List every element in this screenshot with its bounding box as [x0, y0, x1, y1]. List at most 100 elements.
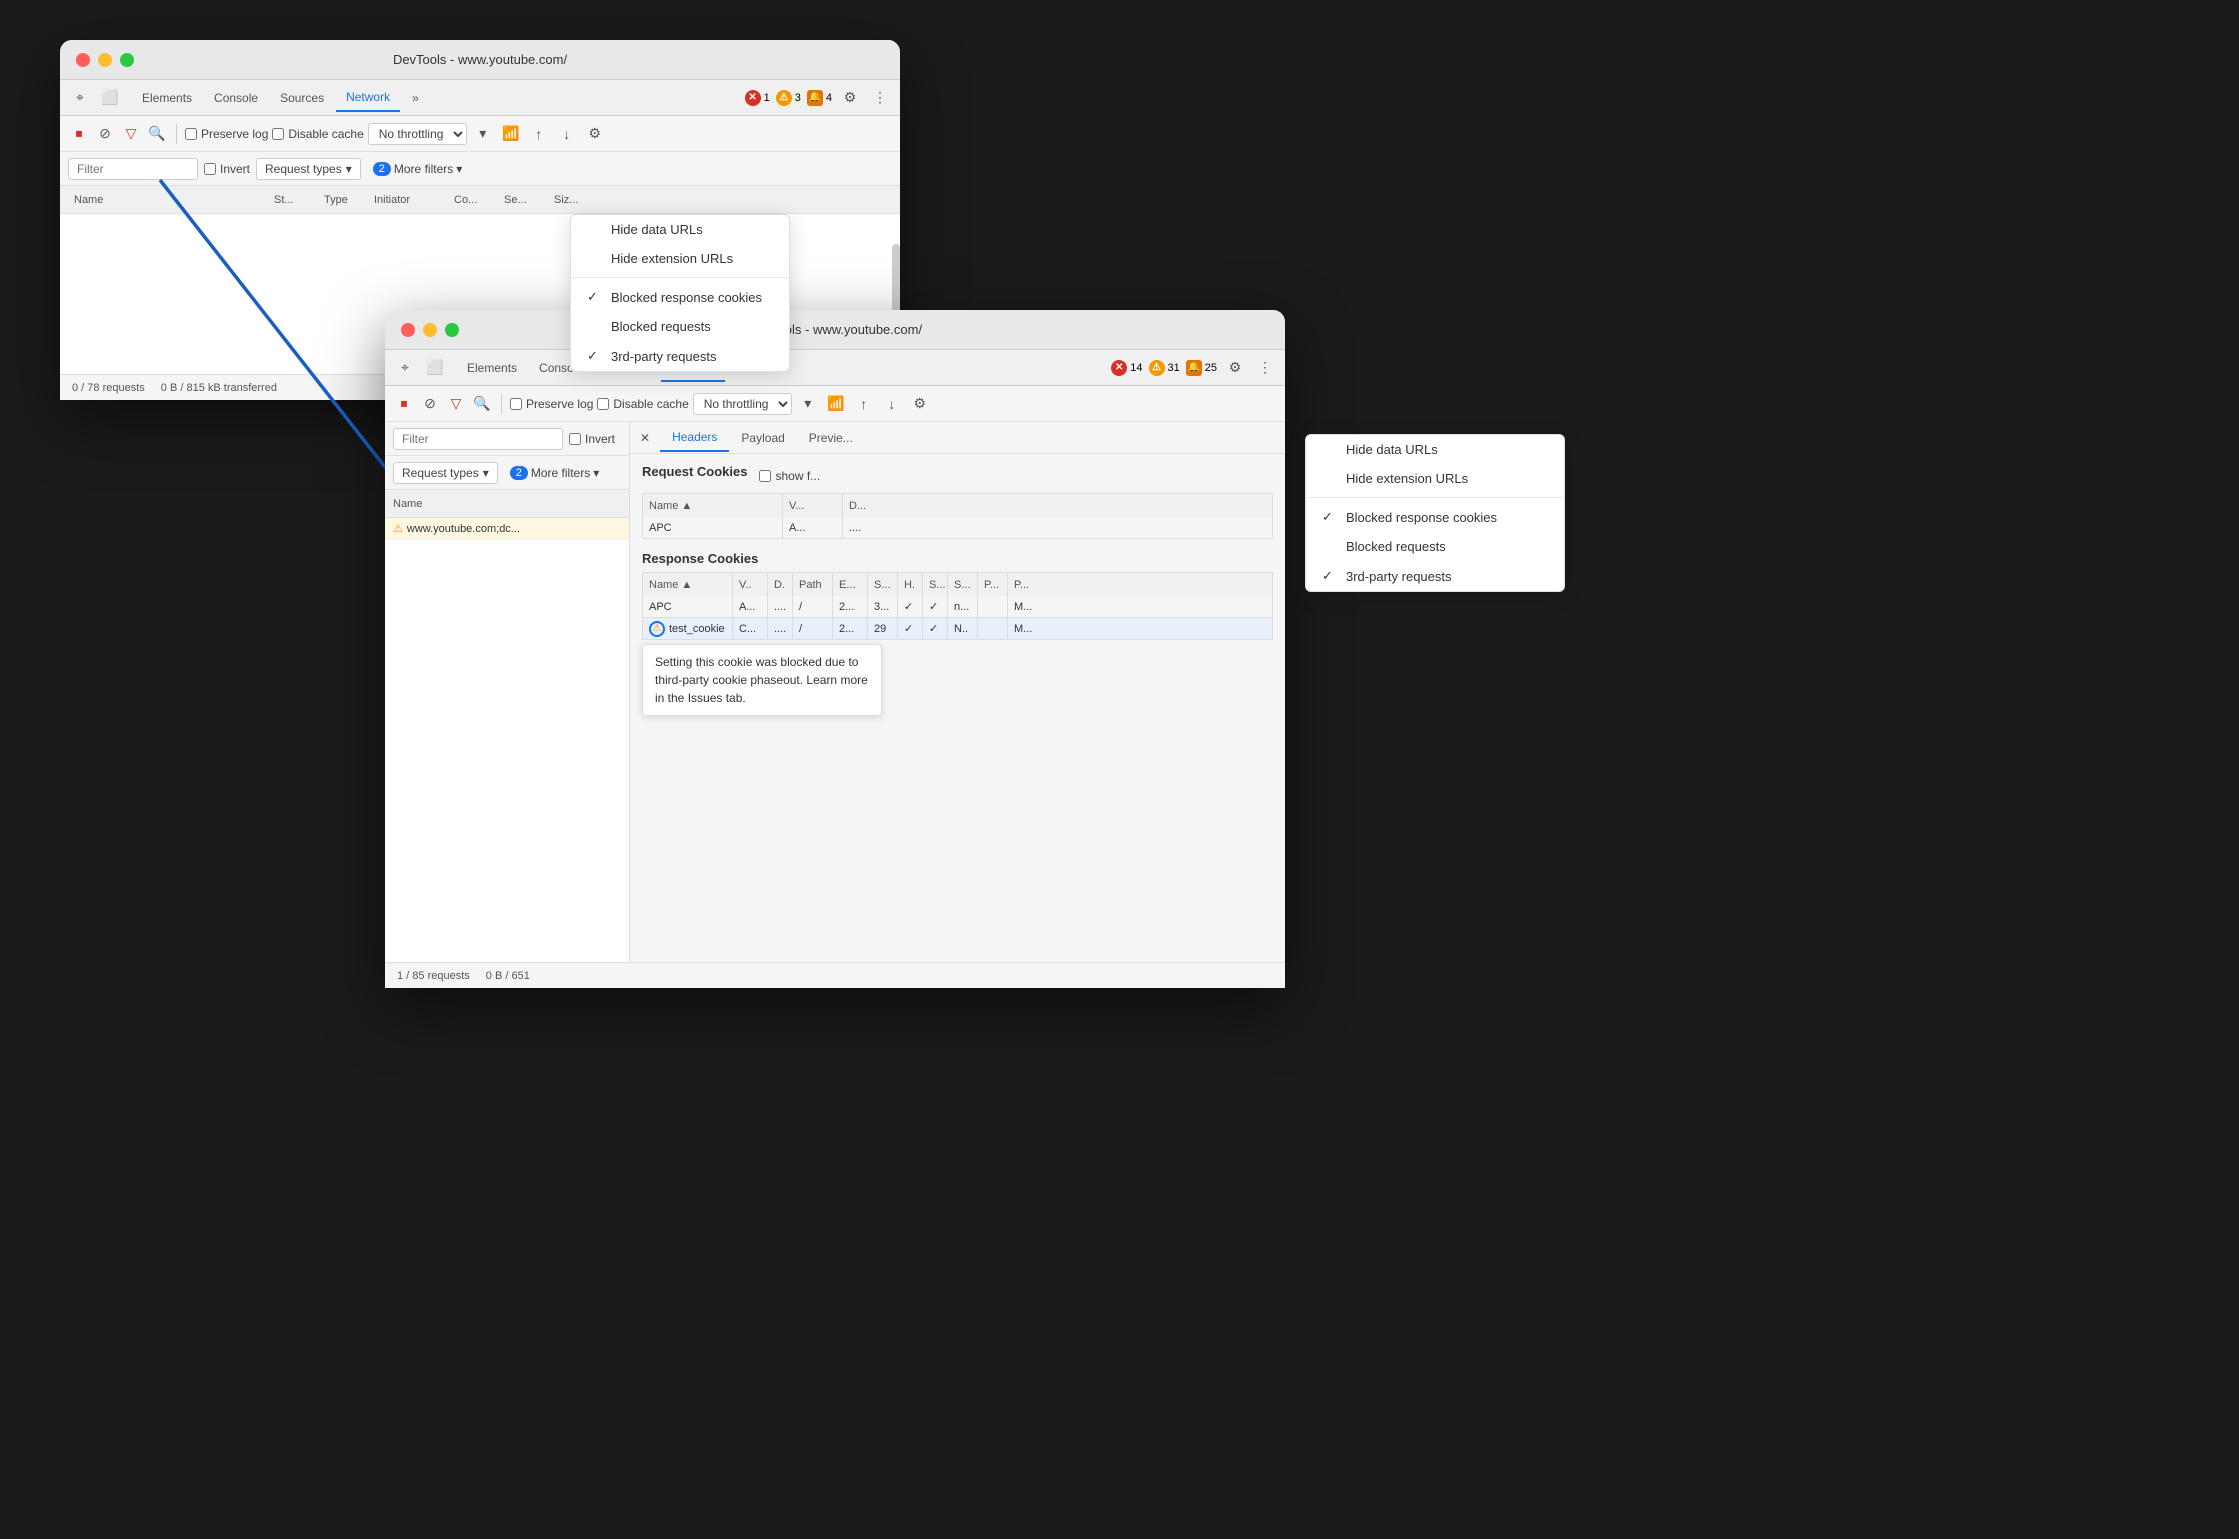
- settings-icon-1[interactable]: ⚙: [583, 122, 607, 146]
- maximize-button-1[interactable]: [120, 53, 134, 67]
- invert-checkbox-1[interactable]: [204, 163, 216, 175]
- traffic-lights-2: [401, 323, 459, 337]
- throttle-chevron-1[interactable]: ▾: [471, 122, 495, 146]
- disable-cache-label-1[interactable]: Disable cache: [272, 127, 363, 141]
- search-icon-2[interactable]: 🔍: [471, 393, 493, 415]
- filter-icon-2[interactable]: ▽: [445, 393, 467, 415]
- disable-cache-checkbox-1[interactable]: [272, 128, 284, 140]
- record-stop-button-2[interactable]: ⏹: [393, 393, 415, 415]
- more-icon-2[interactable]: ⋮: [1253, 356, 1277, 380]
- transferred-status-2: 0 B / 651: [486, 970, 530, 982]
- search-icon-1[interactable]: 🔍: [146, 123, 168, 145]
- download-icon-2[interactable]: ↓: [880, 392, 904, 416]
- preserve-log-checkbox-2[interactable]: [510, 398, 522, 410]
- dropdown-blocked-resp-cookies-1[interactable]: ✓ Blocked response cookies: [571, 282, 789, 312]
- more-filters-button-1[interactable]: 2 More filters ▾: [367, 159, 469, 179]
- show-filtered-label[interactable]: show f...: [759, 469, 820, 483]
- tab-network-1[interactable]: Network: [336, 84, 400, 112]
- gear-icon-2[interactable]: ⚙: [1223, 356, 1247, 380]
- th-initiator-1: Initiator: [368, 194, 448, 206]
- response-cookies-title: Response Cookies: [642, 551, 1273, 566]
- warning-badge-1: ⚠ 3: [776, 90, 801, 106]
- issue-badge-1: 🔔 4: [807, 90, 832, 106]
- clear-button-1[interactable]: ⊘: [94, 123, 116, 145]
- tab-sources-1[interactable]: Sources: [270, 85, 334, 111]
- dropdown-blocked-requests-1[interactable]: Blocked requests: [571, 312, 789, 341]
- resp-cookie-row-test-cookie[interactable]: ⚠ test_cookie C... .... / 2... 29 ✓ ✓ N.…: [642, 618, 1273, 640]
- maximize-button-2[interactable]: [445, 323, 459, 337]
- request-types-chevron-2: ▾: [483, 466, 489, 480]
- dropdown-hide-ext-urls-1[interactable]: Hide extension URLs: [571, 244, 789, 273]
- request-types-button-1[interactable]: Request types ▾: [256, 158, 361, 180]
- dropdown-hide-data-urls-1[interactable]: Hide data URLs: [571, 215, 789, 244]
- cursor-icon-1[interactable]: ⌖: [68, 86, 92, 110]
- throttle-select-2[interactable]: No throttling: [693, 393, 792, 415]
- tab-elements-1[interactable]: Elements: [132, 85, 202, 111]
- panel-tab-headers[interactable]: Headers: [660, 424, 729, 452]
- dropdown-hide-data-urls-2[interactable]: Hide data URLs: [1306, 435, 1564, 464]
- close-button-2[interactable]: [401, 323, 415, 337]
- dropdown-3rd-party-2[interactable]: ✓ 3rd-party requests: [1306, 561, 1564, 591]
- download-icon-1[interactable]: ↓: [555, 122, 579, 146]
- gear-icon-1[interactable]: ⚙: [838, 86, 862, 110]
- devtools-tabs-1: ⌖ ⬜ Elements Console Sources Network » ✕…: [60, 80, 900, 116]
- req-cookie-row-apc[interactable]: APC A... ....: [642, 517, 1273, 539]
- main-content-2: Invert Request types ▾ 2 More filters ▾ …: [385, 422, 1285, 962]
- wifi-icon-2[interactable]: 📶: [824, 392, 848, 416]
- window-title-1: DevTools - www.youtube.com/: [393, 52, 567, 67]
- minimize-button-2[interactable]: [423, 323, 437, 337]
- device-icon-1[interactable]: ⬜: [98, 86, 122, 110]
- request-types-button-2[interactable]: Request types ▾: [393, 462, 498, 484]
- table-row-warning[interactable]: ⚠ www.youtube.com;dc...: [385, 518, 629, 540]
- traffic-lights-1: [76, 53, 134, 67]
- req-cookies-header-row: Request Cookies show f...: [642, 464, 1273, 487]
- dropdown-hide-ext-urls-2[interactable]: Hide extension URLs: [1306, 464, 1564, 493]
- panel-tab-preview[interactable]: Previe...: [797, 425, 865, 451]
- th-co-1: Co...: [448, 194, 498, 206]
- throttle-chevron-2[interactable]: ▾: [796, 392, 820, 416]
- upload-icon-1[interactable]: ↑: [527, 122, 551, 146]
- th-name-2: Name: [393, 498, 422, 510]
- invert-label-1[interactable]: Invert: [204, 162, 250, 176]
- panel-close-tab[interactable]: ✕: [630, 425, 660, 451]
- warning-circle-icon: ⚠: [649, 621, 665, 637]
- record-stop-button-1[interactable]: ⏹: [68, 123, 90, 145]
- preserve-log-label-2[interactable]: Preserve log: [510, 397, 593, 411]
- filter-icon-1[interactable]: ▽: [120, 123, 142, 145]
- wifi-icon-1[interactable]: 📶: [499, 122, 523, 146]
- detail-panel: ✕ Headers Payload Previe... Request Cook…: [630, 422, 1285, 962]
- tabs-right-2: ✕ 14 ⚠ 31 🔔 25 ⚙ ⋮: [1111, 356, 1277, 380]
- dropdown-menu-1: Hide data URLs Hide extension URLs ✓ Blo…: [570, 214, 790, 372]
- dropdown-blocked-resp-cookies-2[interactable]: ✓ Blocked response cookies: [1306, 502, 1564, 532]
- more-icon-1[interactable]: ⋮: [868, 86, 892, 110]
- request-cookies-table: Name ▲ V... D... APC A... ....: [642, 493, 1273, 539]
- dropdown-3rd-party-1[interactable]: ✓ 3rd-party requests: [571, 341, 789, 371]
- tab-console-1[interactable]: Console: [204, 85, 268, 111]
- upload-icon-2[interactable]: ↑: [852, 392, 876, 416]
- preserve-log-checkbox-1[interactable]: [185, 128, 197, 140]
- tab-elements-2[interactable]: Elements: [457, 355, 527, 381]
- preserve-log-label-1[interactable]: Preserve log: [185, 127, 268, 141]
- filter-input-1[interactable]: [68, 158, 198, 180]
- filter-input-2[interactable]: [393, 428, 563, 450]
- invert-checkbox-2[interactable]: [569, 433, 581, 445]
- tab-more-1[interactable]: »: [402, 85, 429, 111]
- throttle-select-1[interactable]: No throttling: [368, 123, 467, 145]
- close-button-1[interactable]: [76, 53, 90, 67]
- resp-cookie-row-apc[interactable]: APC A... .... / 2... 3... ✓ ✓ n... M...: [642, 596, 1273, 618]
- device-icon-2[interactable]: ⬜: [423, 356, 447, 380]
- minimize-button-1[interactable]: [98, 53, 112, 67]
- panel-tab-payload[interactable]: Payload: [729, 425, 796, 451]
- disable-cache-label-2[interactable]: Disable cache: [597, 397, 688, 411]
- panel-tabs: ✕ Headers Payload Previe...: [630, 422, 1285, 454]
- cursor-icon-2[interactable]: ⌖: [393, 356, 417, 380]
- error-badge-1: ✕ 1: [745, 90, 770, 106]
- disable-cache-checkbox-2[interactable]: [597, 398, 609, 410]
- invert-label-2[interactable]: Invert: [569, 432, 615, 446]
- clear-button-2[interactable]: ⊘: [419, 393, 441, 415]
- settings-icon-2[interactable]: ⚙: [908, 392, 932, 416]
- more-filters-button-2[interactable]: 2 More filters ▾: [504, 463, 606, 483]
- dropdown-blocked-requests-2[interactable]: Blocked requests: [1306, 532, 1564, 561]
- dropdown-divider-2: [1306, 497, 1564, 498]
- show-filtered-checkbox[interactable]: [759, 470, 771, 482]
